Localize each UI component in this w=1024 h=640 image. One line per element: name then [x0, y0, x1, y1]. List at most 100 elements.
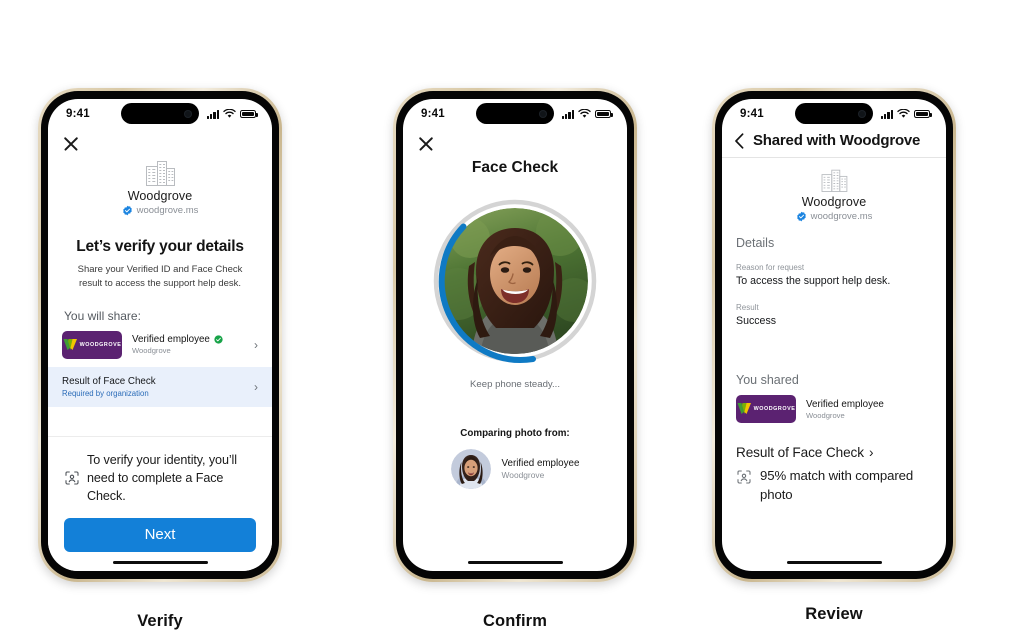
phone-verify: 9:41 Woodgrove woodgrove.ms Let’s verify…: [38, 88, 282, 582]
result-match-text: 95% match with compared photo: [760, 468, 914, 503]
home-indicator: [112, 560, 208, 564]
status-icons: [880, 109, 932, 119]
shared-heading: You shared: [736, 373, 799, 387]
home-indicator-wrap: [722, 552, 946, 572]
compare-heading: Comparing photo from:: [460, 428, 570, 439]
front-camera-icon: [539, 109, 547, 118]
home-indicator: [786, 560, 882, 564]
field-label: Reason for request: [736, 263, 805, 272]
green-check-icon: [214, 335, 223, 344]
result-title-text: Result of Face Check: [736, 445, 864, 460]
status-time: 9:41: [421, 108, 445, 120]
home-indicator-wrap: [403, 552, 627, 572]
screen-verify: 9:41 Woodgrove woodgrove.ms Let’s verify…: [48, 99, 272, 571]
screen-confirm: 9:41 Face Check Keep phone steady... Com…: [403, 99, 627, 571]
org-domain: woodgrove.ms: [810, 211, 873, 222]
page-title: Shared with Woodgrove: [753, 132, 921, 149]
home-indicator: [467, 560, 563, 564]
navigation-bar: Shared with Woodgrove: [722, 129, 946, 157]
result-match-row: 95% match with compared photo: [722, 466, 946, 504]
result-of-face-check-link[interactable]: Result of Face Check ›: [722, 445, 946, 460]
face-scan-icon: [737, 470, 751, 484]
bottom-action-panel: To verify your identity, you’ll need to …: [48, 435, 272, 571]
field-label: Result: [736, 303, 759, 312]
credential-row-verified-employee[interactable]: WOODGROVE Verified employee Woodgrove: [722, 387, 946, 431]
details-heading: Details: [736, 236, 775, 250]
wifi-icon: [578, 109, 591, 118]
credential-title: Verified employee: [806, 398, 884, 410]
field-value: To access the support help desk.: [736, 275, 891, 287]
field-reason-for-request: Reason for request To access the support…: [722, 263, 946, 287]
status-bar: 9:41: [722, 99, 946, 129]
status-bar: 9:41: [403, 99, 627, 129]
compare-subtitle: Woodgrove: [501, 470, 545, 480]
credential-title-wrap: Verified employee: [132, 334, 244, 345]
chevron-right-icon: ›: [254, 337, 258, 352]
field-result: Result Success: [722, 303, 946, 327]
compare-credential-row: Verified employee Woodgrove: [403, 449, 627, 489]
dynamic-island: [795, 103, 873, 124]
facecheck-title: Result of Face Check: [62, 375, 156, 387]
front-camera-icon: [858, 109, 866, 118]
employee-avatar: [450, 449, 491, 489]
progress-ring: [433, 199, 597, 363]
battery-icon: [595, 109, 613, 119]
facecheck-requirement-row[interactable]: Result of Face Check Required by organiz…: [48, 366, 272, 407]
screen-review: 9:41 Shared with Woodgrove Woodgrove woo…: [722, 99, 946, 571]
status-time: 9:41: [66, 108, 90, 120]
woodgrove-w-icon: [737, 403, 751, 414]
verified-badge-icon: [796, 211, 806, 222]
battery-icon: [914, 109, 932, 119]
wifi-icon: [223, 109, 236, 118]
woodgrove-w-icon: [63, 338, 77, 350]
wifi-icon: [897, 109, 910, 118]
compare-text: Verified employee Woodgrove: [502, 458, 580, 480]
phone-bezel: 9:41 Woodgrove woodgrove.ms Let’s verify…: [41, 91, 279, 579]
woodgrove-logo: WOODGROVE: [62, 330, 122, 359]
phone-bezel: 9:41 Face Check Keep phone steady... Com…: [396, 91, 634, 579]
woodgrove-wordmark: WOODGROVE: [79, 341, 122, 348]
building-icon: [146, 161, 175, 186]
facecheck-text: Result of Face Check Required by organiz…: [62, 376, 244, 398]
share-section-label: You will share:: [64, 308, 141, 323]
org-domain-row: woodgrove.ms: [48, 205, 272, 216]
close-icon[interactable]: [60, 133, 82, 155]
back-chevron-icon[interactable]: [734, 132, 745, 149]
phone-review: 9:41 Shared with Woodgrove Woodgrove woo…: [712, 88, 956, 582]
status-icons: [561, 109, 613, 119]
page-title: Let’s verify your details: [76, 238, 244, 255]
dynamic-island: [121, 103, 199, 124]
screenshot-canvas: 9:41 Woodgrove woodgrove.ms Let’s verify…: [0, 0, 1024, 640]
chevron-right-icon: ›: [868, 445, 874, 460]
org-header: Woodgrove woodgrove.ms: [48, 157, 272, 216]
credential-subtitle: Woodgrove: [132, 346, 171, 356]
status-bar: 9:41: [48, 99, 272, 129]
credential-row-verified-employee[interactable]: WOODGROVE Verified employee Woodgrove ›: [48, 323, 272, 367]
status-badge: Success: [736, 315, 777, 327]
compare-title: Verified employee: [501, 458, 580, 469]
org-name: Woodgrove: [127, 189, 193, 203]
next-button[interactable]: Next: [64, 517, 256, 552]
page-title: Face Check: [471, 159, 559, 176]
caption-confirm: Confirm: [483, 612, 547, 630]
facecheck-subtitle: Required by organization: [62, 388, 149, 398]
chevron-right-icon: ›: [254, 379, 258, 394]
scan-status-text: Keep phone steady...: [470, 379, 560, 390]
dynamic-island: [476, 103, 554, 124]
woodgrove-wordmark: WOODGROVE: [753, 406, 796, 412]
org-domain-row: woodgrove.ms: [722, 211, 946, 222]
close-icon[interactable]: [415, 133, 437, 155]
signal-bars-icon: [561, 109, 574, 119]
credential-text: Verified employee Woodgrove: [806, 399, 932, 420]
status-icons: [206, 109, 258, 119]
woodgrove-logo: WOODGROVE: [736, 395, 796, 423]
front-camera-icon: [184, 109, 192, 118]
divider: [722, 157, 946, 158]
phone-bezel: 9:41 Shared with Woodgrove Woodgrove woo…: [715, 91, 953, 579]
credential-subtitle: Woodgrove: [806, 410, 845, 420]
org-name: Woodgrove: [801, 195, 867, 209]
phone-confirm: 9:41 Face Check Keep phone steady... Com…: [393, 88, 637, 582]
verified-badge-icon: [122, 205, 132, 216]
caption-verify: Verify: [137, 612, 183, 630]
credential-text: Verified employee Woodgrove: [132, 334, 244, 355]
